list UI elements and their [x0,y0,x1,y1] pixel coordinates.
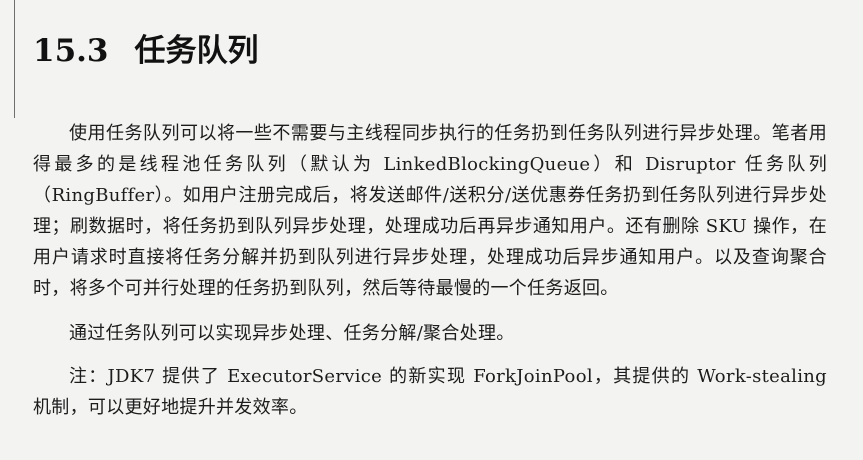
section-body: 使用任务队列可以将一些不需要与主线程同步执行的任务扔到任务队列进行异步处理。笔者… [33,118,827,423]
section-heading: 15.3 任务队列 [33,29,259,73]
section-title: 任务队列 [134,33,259,69]
paragraph-note-forkjoinpool: 注：JDK7 提供了 ExecutorService 的新实现 ForkJoin… [33,366,827,418]
margin-rule [14,0,15,118]
paragraph-task-queue-benefits: 通过任务队列可以实现异步处理、任务分解/聚合处理。 [69,323,515,344]
paragraph-task-queue-usage: 使用任务队列可以将一些不需要与主线程同步执行的任务扔到任务队列进行异步处理。笔者… [33,123,827,299]
section-number: 15.3 [33,33,109,69]
